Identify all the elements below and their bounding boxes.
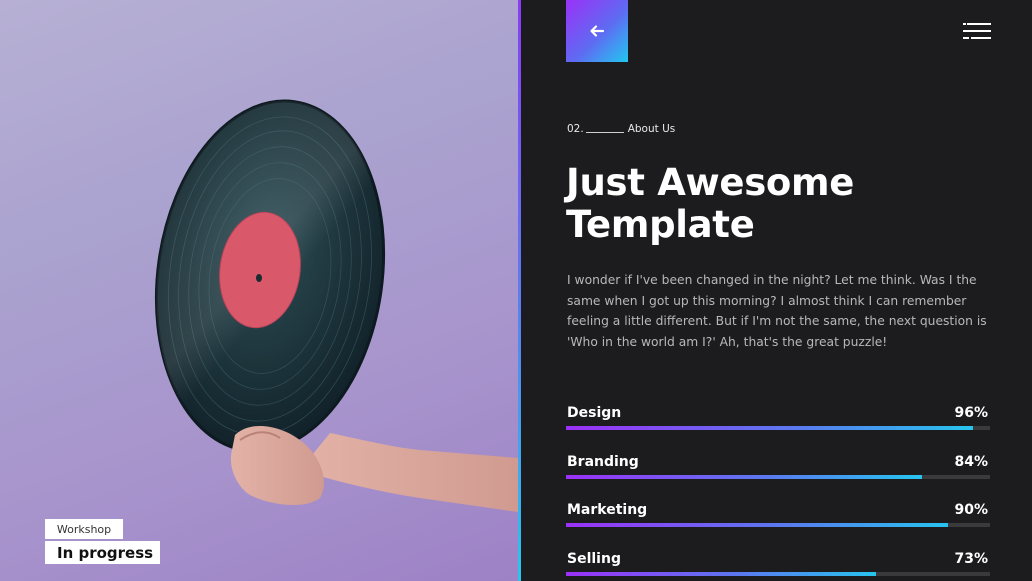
page-title: Just Awesome Template <box>566 162 1006 246</box>
section-number: 02. <box>567 123 584 135</box>
skill-progress-track <box>566 426 990 430</box>
caption-title: In progress <box>45 541 160 564</box>
section-title: About Us <box>627 123 676 135</box>
skill-progress-fill <box>566 572 876 576</box>
skill-name: Selling <box>567 551 621 567</box>
skill-percent: 96% <box>954 405 988 421</box>
skill-name: Branding <box>567 454 639 470</box>
section-divider-line <box>585 131 624 133</box>
hamburger-menu-icon[interactable] <box>963 23 991 41</box>
skill-percent: 84% <box>954 454 988 470</box>
skill-progress-fill <box>566 475 923 479</box>
about-panel: 02. About Us Just Awesome Template I won… <box>521 0 1032 581</box>
vinyl-record-illustration <box>154 99 518 512</box>
title-line-1: Just Awesome <box>566 161 855 204</box>
skill-name: Design <box>567 405 622 421</box>
back-button[interactable] <box>566 0 628 62</box>
skill-progress-track <box>566 475 990 479</box>
hero-photo <box>0 0 518 581</box>
section-label: 02. About Us <box>567 123 675 135</box>
about-description: I wonder if I've been changed in the nig… <box>567 273 987 349</box>
skill-progress-track <box>566 572 990 576</box>
skill-progress-track <box>566 523 990 527</box>
skill-name: Marketing <box>567 502 648 518</box>
skill-marketing: Marketing 90% <box>566 502 990 532</box>
title-line-2: Template <box>566 203 755 246</box>
skill-percent: 73% <box>954 551 988 567</box>
arrow-left-icon <box>590 25 605 37</box>
skill-branding: Branding 84% <box>566 454 990 484</box>
caption-tag: Workshop <box>45 519 123 539</box>
skill-progress-fill <box>566 426 974 430</box>
skill-progress-fill <box>566 523 948 527</box>
skill-design: Design 96% <box>566 405 990 435</box>
skill-percent: 90% <box>954 502 988 518</box>
skill-selling: Selling 73% <box>566 551 990 581</box>
